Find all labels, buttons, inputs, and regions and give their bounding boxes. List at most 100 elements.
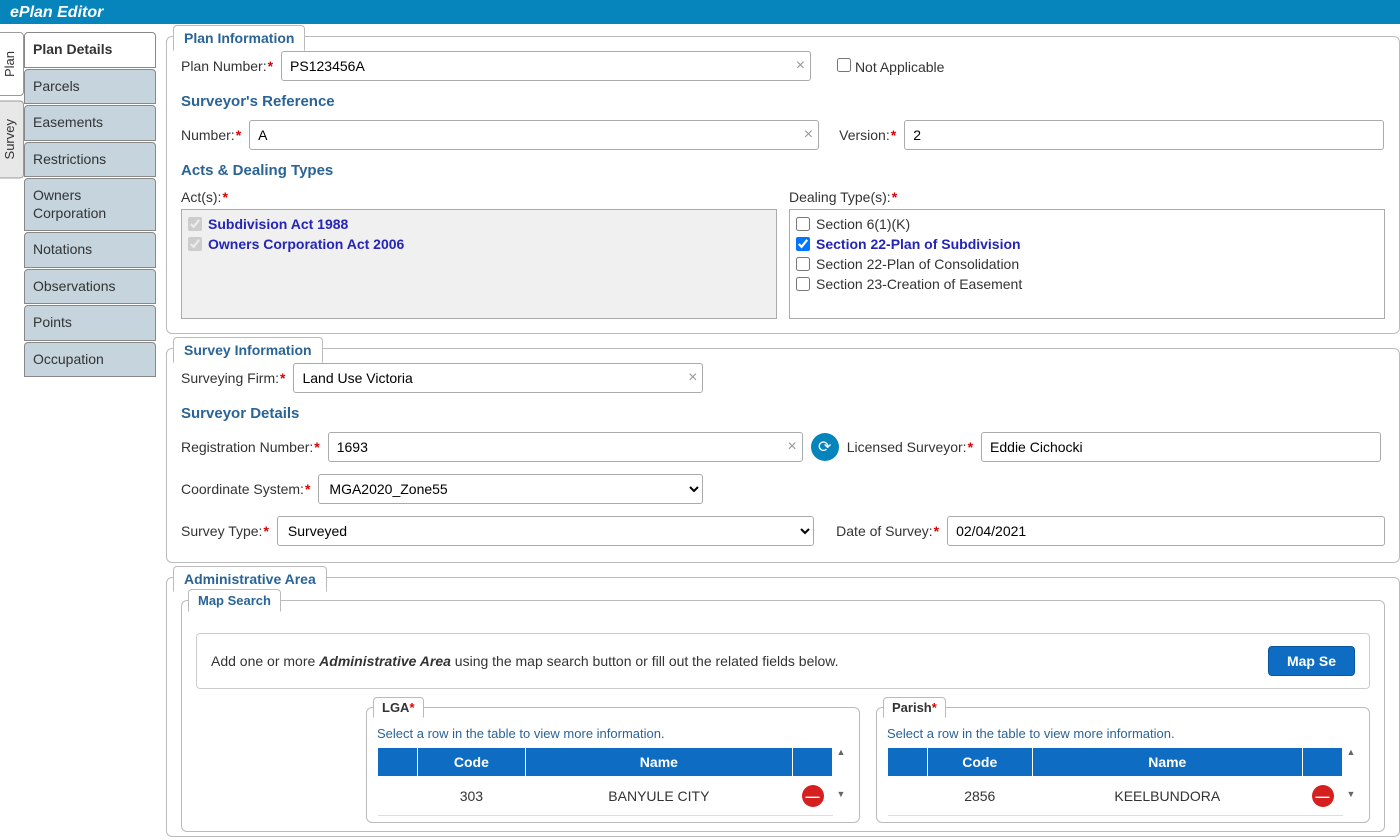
sidebar-item-easements[interactable]: Easements xyxy=(24,105,156,141)
plan-information-panel: Plan Information Plan Number: × Not Appl… xyxy=(166,36,1400,334)
acts-dealing-heading: Acts & Dealing Types xyxy=(181,162,1385,179)
lga-tab: LGA* xyxy=(373,697,424,718)
sidebar-item-occupation[interactable]: Occupation xyxy=(24,342,156,378)
scroll-up-icon[interactable]: ▲ xyxy=(833,747,849,757)
sidebar-item-owners-corporation[interactable]: Owners Corporation xyxy=(24,178,156,231)
parish-col-name[interactable]: Name xyxy=(1032,748,1302,777)
vertical-tab-strip: Plan Survey xyxy=(0,24,24,840)
date-of-survey-input[interactable] xyxy=(947,516,1385,546)
admin-subboxes: LGA* Select a row in the table to view m… xyxy=(196,707,1370,823)
surveying-firm-label: Surveying Firm: xyxy=(181,370,285,386)
app-title-bar: ePlan Editor xyxy=(0,0,1400,24)
plan-number-input[interactable] xyxy=(281,51,811,81)
map-search-panel: Map Search Add one or more Administrativ… xyxy=(181,600,1385,832)
lga-box: LGA* Select a row in the table to view m… xyxy=(366,707,860,823)
survey-type-select[interactable]: Surveyed xyxy=(277,516,814,546)
coordinate-system-select[interactable]: MGA2020_Zone55 xyxy=(318,474,703,504)
app-title: ePlan Editor xyxy=(10,4,103,21)
survey-information-panel: Survey Information Surveying Firm: × Sur… xyxy=(166,348,1400,563)
sidebar-item-parcels[interactable]: Parcels xyxy=(24,69,156,105)
surveying-firm-input[interactable] xyxy=(293,363,703,393)
sidebar-item-points[interactable]: Points xyxy=(24,305,156,341)
main-layout: Plan Survey Plan Details Parcels Easemen… xyxy=(0,24,1400,840)
dealing-item[interactable]: Section 23-Creation of Easement xyxy=(796,274,1378,294)
content-area: Plan Information Plan Number: × Not Appl… xyxy=(156,24,1400,840)
parish-hint: Select a row in the table to view more i… xyxy=(887,726,1359,741)
dealing-listbox: Section 6(1)(K) Section 22-Plan of Subdi… xyxy=(789,209,1385,319)
scroll-up-icon[interactable]: ▲ xyxy=(1343,747,1359,757)
refresh-icon: ⟳ xyxy=(818,437,831,457)
dealing-checkbox[interactable] xyxy=(796,257,810,271)
scroll-down-icon[interactable]: ▼ xyxy=(1343,789,1359,799)
ref-number-input[interactable] xyxy=(249,120,819,150)
vtab-plan[interactable]: Plan xyxy=(0,32,24,96)
lga-col-code[interactable]: Code xyxy=(418,748,526,777)
dealing-checkbox[interactable] xyxy=(796,277,810,291)
vtab-survey[interactable]: Survey xyxy=(0,100,24,178)
plan-number-label: Plan Number: xyxy=(181,58,273,74)
table-row[interactable]: 2856 KEELBUNDORA — xyxy=(888,777,1343,816)
licensed-surveyor-input[interactable] xyxy=(981,432,1381,462)
clear-ref-number-icon[interactable]: × xyxy=(804,126,813,144)
act-item-owners-corp[interactable]: Owners Corporation Act 2006 xyxy=(188,234,770,254)
lga-hint: Select a row in the table to view more i… xyxy=(377,726,849,741)
clear-firm-icon[interactable]: × xyxy=(688,369,697,387)
refresh-surveyor-button[interactable]: ⟳ xyxy=(811,433,839,461)
delete-row-button[interactable]: — xyxy=(802,785,824,807)
act-checkbox[interactable] xyxy=(188,217,202,231)
act-item-subdivision[interactable]: Subdivision Act 1988 xyxy=(188,214,770,234)
parish-table: Code Name 2856 KEELBUNDORA xyxy=(887,747,1343,816)
act-checkbox[interactable] xyxy=(188,237,202,251)
sidebar-item-notations[interactable]: Notations xyxy=(24,232,156,268)
parish-tab: Parish* xyxy=(883,697,946,718)
dealing-item[interactable]: Section 6(1)(K) xyxy=(796,214,1378,234)
clear-plan-number-icon[interactable]: × xyxy=(796,57,805,75)
sidebar-item-plan-details[interactable]: Plan Details xyxy=(24,32,156,68)
registration-number-label: Registration Number: xyxy=(181,439,320,455)
not-applicable-wrap[interactable]: Not Applicable xyxy=(837,58,944,75)
clear-reg-icon[interactable]: × xyxy=(787,438,796,456)
parish-scrollbar[interactable]: ▲ ▼ xyxy=(1343,747,1359,816)
dealing-checkbox[interactable] xyxy=(796,217,810,231)
map-search-button[interactable]: Map Se xyxy=(1268,646,1355,676)
parish-col-code[interactable]: Code xyxy=(928,748,1033,777)
lga-table: Code Name 303 BANYULE CITY xyxy=(377,747,833,816)
dealing-checkbox[interactable] xyxy=(796,237,810,251)
version-input[interactable] xyxy=(904,120,1384,150)
map-search-help-text: Add one or more Administrative Area usin… xyxy=(211,653,839,669)
parish-name: KEELBUNDORA xyxy=(1032,777,1302,816)
parish-box: Parish* Select a row in the table to vie… xyxy=(876,707,1370,823)
sidebar: Plan Details Parcels Easements Restricti… xyxy=(24,24,156,840)
parish-col-action xyxy=(1303,748,1343,777)
acts-label: Act(s): xyxy=(181,189,777,205)
dealing-item[interactable]: Section 22-Plan of Consolidation xyxy=(796,254,1378,274)
not-applicable-label: Not Applicable xyxy=(855,59,945,75)
licensed-surveyor-label: Licensed Surveyor: xyxy=(847,439,973,455)
not-applicable-checkbox[interactable] xyxy=(837,58,851,72)
lga-col-action xyxy=(793,748,833,777)
dealing-item[interactable]: Section 22-Plan of Subdivision xyxy=(796,234,1378,254)
sidebar-item-restrictions[interactable]: Restrictions xyxy=(24,142,156,178)
version-label: Version: xyxy=(839,127,896,143)
date-of-survey-label: Date of Survey: xyxy=(836,523,939,539)
delete-row-button[interactable]: — xyxy=(1312,785,1334,807)
plan-information-tab: Plan Information xyxy=(173,25,305,51)
ref-number-label: Number: xyxy=(181,127,241,143)
lga-code: 303 xyxy=(418,777,526,816)
sidebar-item-observations[interactable]: Observations xyxy=(24,269,156,305)
lga-scrollbar[interactable]: ▲ ▼ xyxy=(833,747,849,816)
scroll-down-icon[interactable]: ▼ xyxy=(833,789,849,799)
map-search-tab: Map Search xyxy=(188,589,281,612)
dealing-types-label: Dealing Type(s): xyxy=(789,189,1385,205)
lga-col-name[interactable]: Name xyxy=(525,748,792,777)
survey-type-label: Survey Type: xyxy=(181,523,269,539)
administrative-area-panel: Administrative Area Map Search Add one o… xyxy=(166,577,1400,837)
map-search-help-row: Add one or more Administrative Area usin… xyxy=(196,633,1370,689)
parish-col-blank xyxy=(888,748,928,777)
surveyor-details-heading: Surveyor Details xyxy=(181,405,1385,422)
survey-information-tab: Survey Information xyxy=(173,337,323,363)
registration-number-input[interactable] xyxy=(328,432,803,462)
parish-code: 2856 xyxy=(928,777,1033,816)
table-row[interactable]: 303 BANYULE CITY — xyxy=(378,777,833,816)
lga-name: BANYULE CITY xyxy=(525,777,792,816)
